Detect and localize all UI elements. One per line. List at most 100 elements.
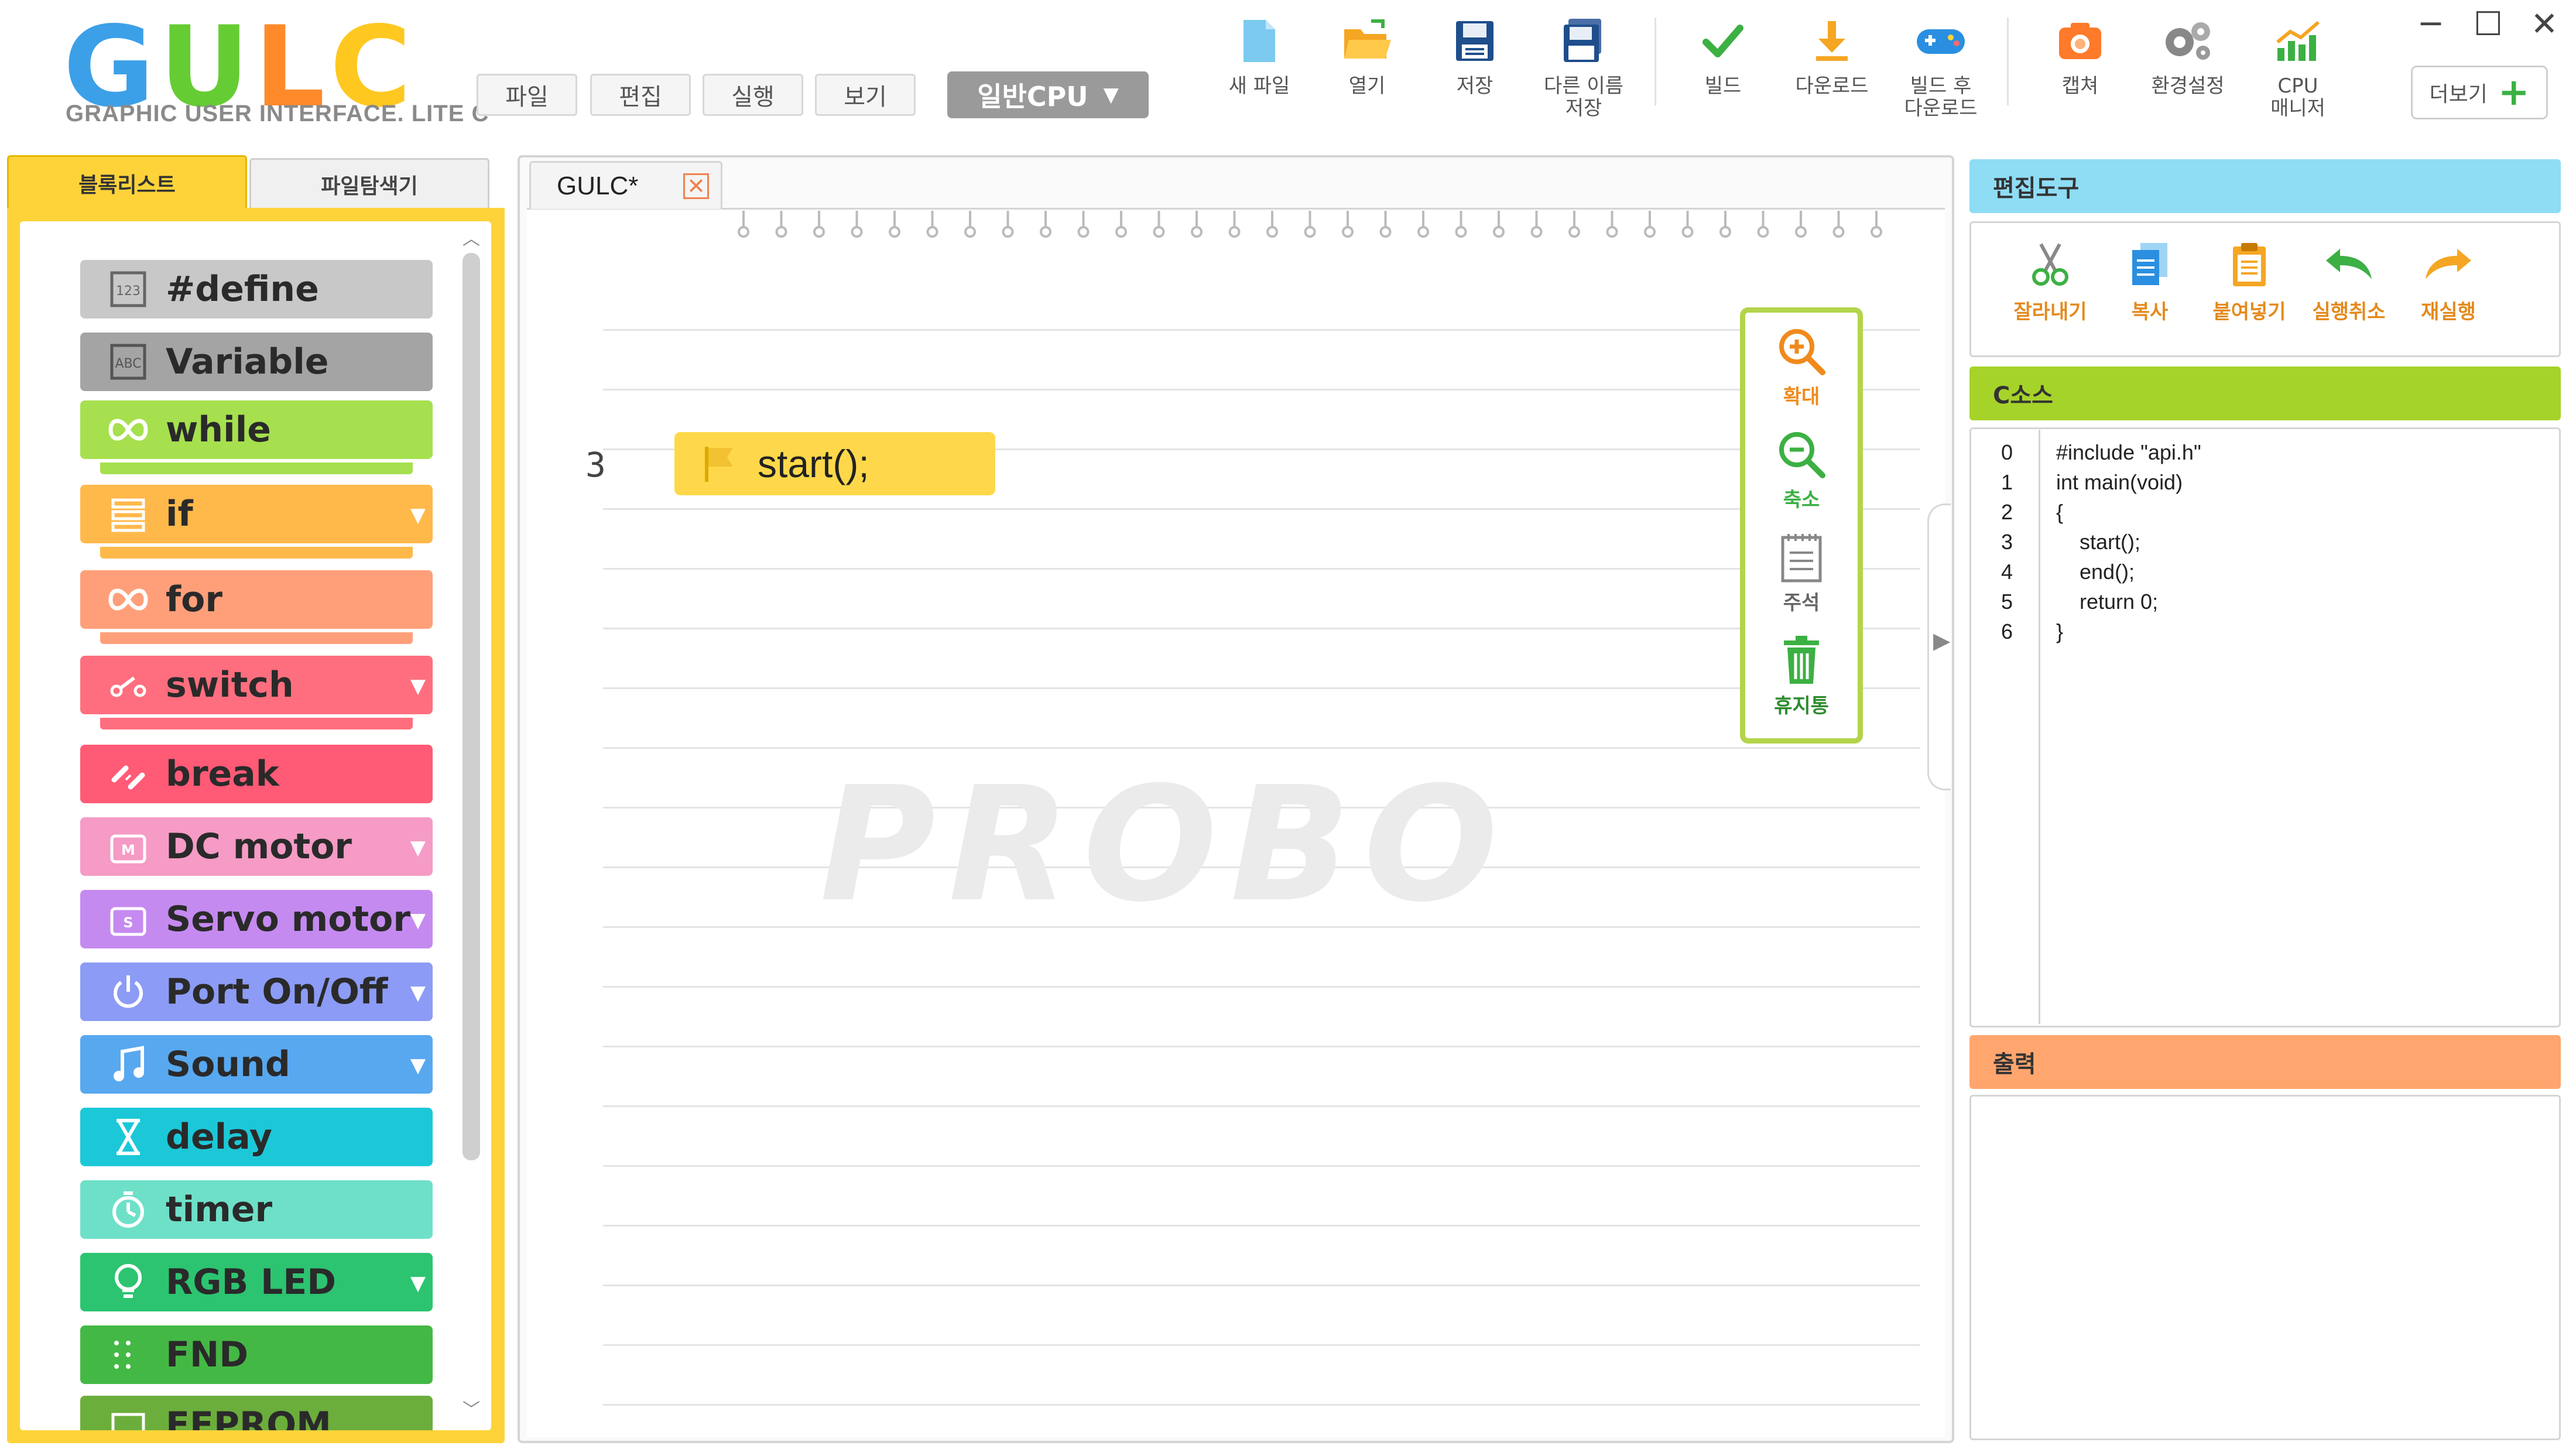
block-switch[interactable]: switch ▼ [80, 656, 433, 729]
scrollbar-thumb[interactable] [463, 253, 480, 1160]
paste-label: 붙여넣기 [2212, 300, 2286, 324]
start-block[interactable]: start(); [674, 432, 995, 495]
ring-hole [738, 226, 749, 238]
cpu-manager-button[interactable]: CPU 매니저 [2248, 12, 2348, 123]
block-servo-motor[interactable]: S Servo motor ▼ [80, 890, 433, 953]
build-download-button[interactable]: 빌드 후 다운로드 [1891, 12, 1991, 123]
editor-tab[interactable]: GULC* ✕ [529, 161, 722, 209]
block-lip [100, 632, 413, 644]
undo-button[interactable]: 실행취소 [2299, 241, 2399, 334]
clipboard-icon [2233, 243, 2266, 286]
download-button[interactable]: 다운로드 [1782, 12, 1882, 123]
block-label: switch [166, 664, 294, 705]
build-button[interactable]: 빌드 [1673, 12, 1773, 123]
open-button[interactable]: 열기 [1317, 12, 1417, 123]
ring-hole [1115, 226, 1127, 238]
chevron-right-icon[interactable]: ▶ [1933, 628, 1950, 653]
save-as-button[interactable]: 다른 이름 저장 [1534, 12, 1633, 123]
tab-file-explorer[interactable]: 파일탐색기 [249, 158, 489, 209]
save-icon [1445, 12, 1504, 70]
close-icon[interactable]: ✕ [2521, 4, 2568, 44]
more-button[interactable]: 더보기 + [2411, 66, 2548, 119]
ring-hole [1757, 226, 1769, 238]
code-line: start(); [2056, 530, 2140, 554]
code-line: end(); [2056, 560, 2135, 584]
undo-icon [2326, 249, 2372, 279]
start-block-text: start(); [758, 442, 869, 485]
scissors-icon [2032, 243, 2068, 286]
ring-hole [1795, 226, 1807, 238]
zoom-in-button[interactable]: 확대 [1745, 326, 1858, 428]
cut-button[interactable]: 잘라내기 [2000, 241, 2100, 334]
block-dc-motor[interactable]: M DC motor ▼ [80, 817, 433, 881]
paste-button[interactable]: 붙여넣기 [2200, 241, 2299, 334]
cpu-select[interactable]: 일반CPU ▼ [947, 71, 1149, 118]
block-rgb-led[interactable]: RGB LED ▼ [80, 1253, 433, 1316]
redo-label: 재실행 [2421, 300, 2476, 324]
folder-open-icon [1338, 12, 1396, 70]
tab-block-list[interactable]: 블록리스트 [7, 155, 247, 209]
zoom-out-button[interactable]: 축소 [1745, 429, 1858, 531]
capture-button[interactable]: 캡쳐 [2030, 12, 2130, 123]
copy-button[interactable]: 복사 [2100, 241, 2200, 334]
ring-hole [1644, 226, 1656, 238]
block-fnd[interactable]: FND [80, 1325, 433, 1389]
block-break[interactable]: break [80, 745, 433, 808]
block-eeprom[interactable]: EEPROM [80, 1396, 433, 1430]
menu-file[interactable]: 파일 [477, 74, 577, 116]
block-sound[interactable]: Sound ▼ [80, 1035, 433, 1098]
code-line-number: 0 [2001, 440, 2013, 464]
block-label: for [166, 579, 222, 620]
block-for[interactable]: for [80, 570, 433, 644]
ruled-line [603, 1046, 1920, 1047]
ring-hole [1417, 226, 1429, 238]
ring-hole [1681, 226, 1694, 238]
block-while[interactable]: while [80, 400, 433, 474]
block-timer[interactable]: timer [80, 1180, 433, 1244]
chevron-down-icon[interactable]: ▼ [410, 503, 426, 527]
ruled-line [603, 747, 1920, 749]
ring-hole [1379, 226, 1392, 238]
ruled-line [603, 1105, 1920, 1107]
build-label: 빌드 [1704, 74, 1742, 98]
maximize-icon[interactable]: ☐ [2465, 4, 2512, 44]
ring-hole [1568, 226, 1580, 238]
chevron-down-icon[interactable]: ▼ [410, 1272, 426, 1295]
scroll-up-icon[interactable]: ︿ [459, 225, 484, 249]
code-line: #include "api.h" [2056, 440, 2201, 464]
block-if[interactable]: if ▼ [80, 485, 433, 559]
chevron-down-icon[interactable]: ▼ [410, 909, 426, 932]
switch-icon [105, 662, 152, 708]
chevron-down-icon[interactable]: ▼ [410, 1054, 426, 1077]
block-label: DC motor [166, 826, 352, 867]
block-port-on-off[interactable]: Port On/Off ▼ [80, 962, 433, 1026]
edit-tools-box: 잘라내기 복사 붙여넣기 실행취소 재실행 [1969, 221, 2561, 357]
close-tab-icon[interactable]: ✕ [683, 173, 709, 199]
chevron-down-icon[interactable]: ▼ [410, 981, 426, 1005]
block-variable[interactable]: ABC Variable [80, 333, 433, 396]
menu-view[interactable]: 보기 [815, 74, 916, 116]
block-define[interactable]: 123 #define [80, 260, 433, 323]
block-list: 123 #define ABC Variable while if ▼ for switch ▼ b… [20, 221, 491, 1430]
block-label: Servo motor [166, 899, 410, 940]
scroll-down-icon[interactable]: ﹀ [459, 1396, 484, 1420]
comment-button[interactable]: 주석 [1745, 532, 1858, 634]
block-delay[interactable]: delay [80, 1108, 433, 1171]
block-label: Variable [166, 341, 329, 382]
ring-hole [1304, 226, 1316, 238]
define-icon: 123 [105, 266, 152, 313]
menu-edit[interactable]: 편집 [590, 74, 691, 116]
new-file-button[interactable]: 새 파일 [1210, 12, 1309, 123]
save-button[interactable]: 저장 [1425, 12, 1525, 123]
minimize-icon[interactable]: ─ [2407, 4, 2454, 44]
trash-button[interactable]: 휴지통 [1745, 635, 1858, 737]
code-line-number: 1 [2001, 470, 2013, 494]
output-box[interactable] [1969, 1095, 2561, 1440]
ruled-line [603, 687, 1920, 689]
chevron-down-icon[interactable]: ▼ [410, 836, 426, 859]
chevron-down-icon[interactable]: ▼ [410, 674, 426, 698]
block-label: delay [166, 1116, 272, 1157]
settings-button[interactable]: 환경설정 [2138, 12, 2238, 123]
menu-run[interactable]: 실행 [703, 74, 803, 116]
redo-button[interactable]: 재실행 [2399, 241, 2498, 334]
